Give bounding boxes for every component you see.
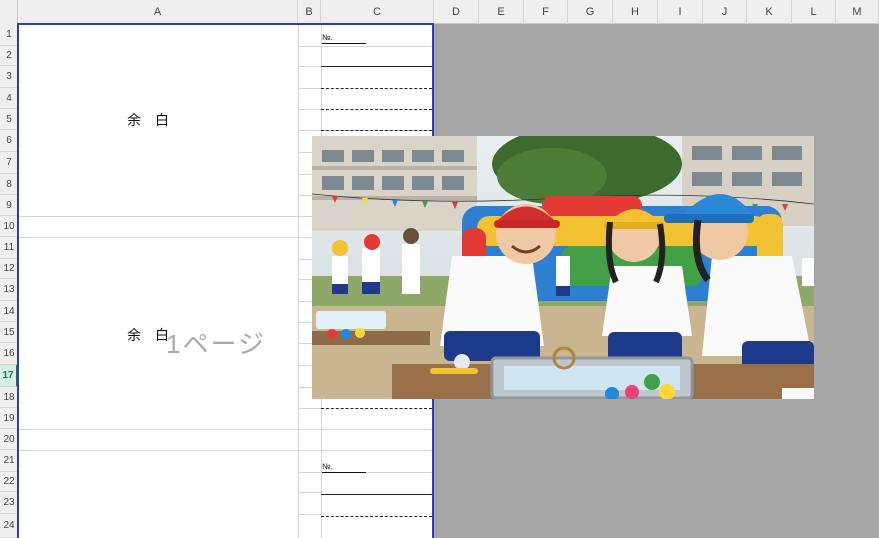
number-label: №. bbox=[322, 33, 366, 44]
row-header-22[interactable]: 22 bbox=[0, 472, 18, 492]
row-header-24[interactable]: 24 bbox=[0, 514, 18, 538]
row-header-3[interactable]: 3 bbox=[0, 66, 18, 88]
row-header-16[interactable]: 16 bbox=[0, 343, 18, 365]
select-all-corner[interactable] bbox=[0, 0, 18, 24]
margin-text-middle: 余 白 bbox=[127, 327, 169, 343]
margin-text-top: 余 白 bbox=[127, 112, 169, 128]
gridline-row-20-top bbox=[18, 429, 434, 430]
row-header-18[interactable]: 18 bbox=[0, 387, 18, 408]
row-header-13[interactable]: 13 bbox=[0, 279, 18, 301]
row-header-4[interactable]: 4 bbox=[0, 88, 18, 109]
row-header-5[interactable]: 5 bbox=[0, 109, 18, 130]
gridline-row-21-top bbox=[18, 450, 434, 451]
row-header-1[interactable]: 1 bbox=[0, 24, 18, 46]
gridline-bc bbox=[298, 46, 434, 47]
row-header-8[interactable]: 8 bbox=[0, 174, 18, 195]
row-header-12[interactable]: 12 bbox=[0, 259, 18, 279]
column-header-I[interactable]: I bbox=[658, 0, 703, 24]
column-header-K[interactable]: K bbox=[747, 0, 792, 24]
row-header-10[interactable]: 10 bbox=[0, 216, 18, 237]
row-header-19[interactable]: 19 bbox=[0, 408, 18, 429]
gridline-bc bbox=[298, 472, 434, 473]
row-header-15[interactable]: 15 bbox=[0, 322, 18, 343]
row-header-17[interactable]: 17 bbox=[0, 365, 18, 387]
form-line-solid bbox=[321, 66, 432, 67]
form-line-solid bbox=[321, 494, 432, 495]
column-header-M[interactable]: M bbox=[836, 0, 879, 24]
gridline-bc bbox=[298, 492, 321, 493]
column-header-A[interactable]: A bbox=[18, 0, 298, 24]
row-header-21[interactable]: 21 bbox=[0, 450, 18, 472]
form-line-dashed bbox=[321, 408, 432, 409]
row-header-20[interactable]: 20 bbox=[0, 429, 18, 450]
column-header-C[interactable]: C bbox=[321, 0, 434, 24]
row-header-23[interactable]: 23 bbox=[0, 492, 18, 514]
column-header-G[interactable]: G bbox=[568, 0, 613, 24]
gridline-bc bbox=[298, 66, 321, 67]
column-header-L[interactable]: L bbox=[792, 0, 836, 24]
column-header-bar: A B C D E F G H I J K L M bbox=[0, 0, 879, 24]
page-break-left[interactable] bbox=[17, 24, 19, 538]
row-header-bar: 1 2 3 4 5 6 7 8 9 10 11 12 13 14 15 16 1… bbox=[0, 24, 18, 538]
photo-image bbox=[312, 136, 814, 399]
form-line-dashed bbox=[321, 516, 432, 517]
column-header-B[interactable]: B bbox=[298, 0, 321, 24]
gridline-bc bbox=[298, 88, 321, 89]
gridline-bc bbox=[298, 408, 321, 409]
number-label: №. bbox=[322, 462, 366, 473]
school-festival-photo[interactable] bbox=[312, 136, 814, 399]
column-header-F[interactable]: F bbox=[524, 0, 568, 24]
column-header-J[interactable]: J bbox=[703, 0, 747, 24]
row-header-14[interactable]: 14 bbox=[0, 301, 18, 322]
column-header-H[interactable]: H bbox=[613, 0, 658, 24]
page-number-watermark: 1ページ bbox=[166, 329, 266, 359]
page-break-top[interactable] bbox=[17, 23, 434, 25]
row-header-6[interactable]: 6 bbox=[0, 130, 18, 152]
gridline-bc bbox=[298, 109, 321, 110]
row-header-9[interactable]: 9 bbox=[0, 195, 18, 216]
row-header-2[interactable]: 2 bbox=[0, 46, 18, 66]
form-line-dashed bbox=[321, 130, 432, 131]
column-header-E[interactable]: E bbox=[479, 0, 524, 24]
row-header-7[interactable]: 7 bbox=[0, 152, 18, 174]
gridline-col-b bbox=[298, 24, 299, 538]
row-header-11[interactable]: 11 bbox=[0, 237, 18, 259]
gridline-bc bbox=[298, 514, 321, 515]
form-line-dashed bbox=[321, 109, 432, 110]
form-line-dashed bbox=[321, 88, 432, 89]
column-header-D[interactable]: D bbox=[434, 0, 479, 24]
